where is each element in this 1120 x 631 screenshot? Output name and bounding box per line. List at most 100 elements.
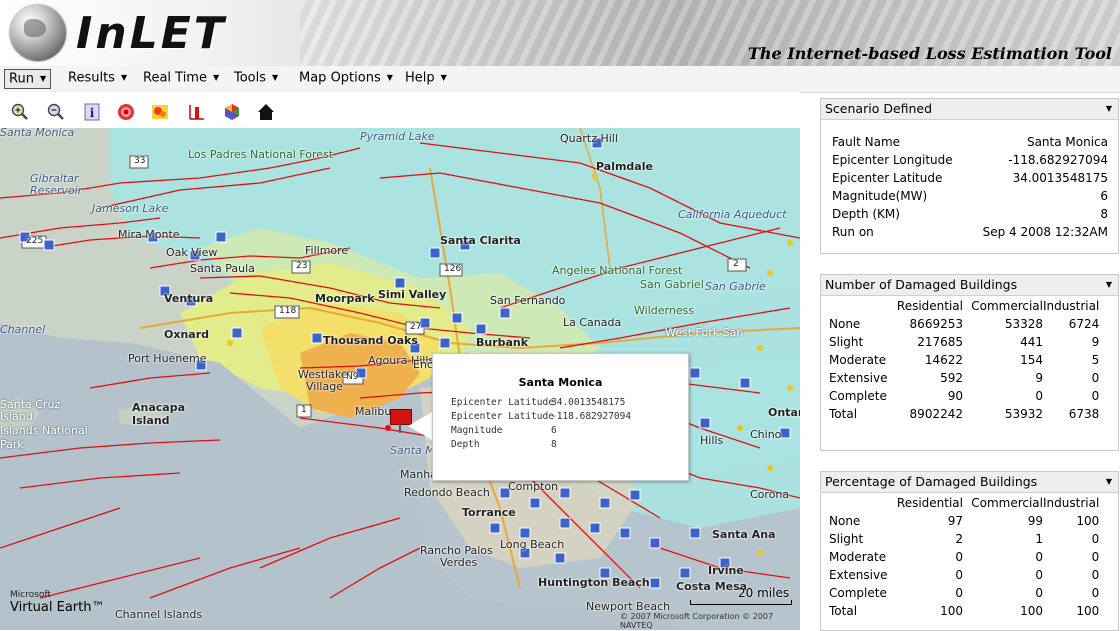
row-label: Slight bbox=[829, 335, 864, 349]
popup-title: Santa Monica bbox=[518, 376, 603, 389]
map-label-quartz-hill: Quartz Hill bbox=[560, 132, 618, 145]
info-icon[interactable]: i bbox=[82, 102, 102, 122]
map-label-simi-valley: Simi Valley bbox=[378, 288, 447, 301]
row-label: None bbox=[829, 317, 861, 331]
damaged-pct-panel-header[interactable]: Percentage of Damaged Buildings ▼ bbox=[821, 472, 1118, 493]
epicenter-popup: Santa Monica Epicenter Latitude 34.001354… bbox=[432, 353, 689, 481]
cell: 14622 bbox=[924, 353, 963, 367]
cell: 0 bbox=[955, 586, 963, 600]
chart-icon[interactable] bbox=[186, 102, 206, 122]
map-label-redondo: Redondo Beach bbox=[404, 486, 490, 499]
table-corner bbox=[829, 297, 893, 315]
map-label-pyramid-lake: Pyramid Lake bbox=[360, 130, 435, 143]
popup-row-value: -118.682927094 bbox=[551, 411, 632, 422]
cell: 0 bbox=[1091, 568, 1100, 582]
route-27: 27 bbox=[410, 322, 422, 332]
table-row: None 97 99 100 bbox=[829, 512, 1099, 530]
menu-help-label: Help bbox=[405, 70, 435, 86]
scenario-value: 6 bbox=[1100, 189, 1108, 203]
scenario-label: Epicenter Latitude bbox=[832, 171, 943, 185]
collapse-caret-icon[interactable]: ▼ bbox=[1106, 275, 1112, 295]
cell: 0 bbox=[955, 568, 963, 582]
chevron-down-icon: ▼ bbox=[386, 73, 393, 82]
ms-brand: Microsoft bbox=[10, 590, 51, 600]
damaged-count-panel-title: Number of Damaged Buildings bbox=[825, 277, 1018, 292]
row-label: Complete bbox=[829, 389, 887, 403]
epicenter-marker-stem bbox=[399, 423, 401, 433]
popup-row-label: Epicenter Latitude bbox=[451, 411, 554, 422]
row-label: None bbox=[829, 514, 861, 528]
cell: 53328 bbox=[1004, 317, 1043, 331]
route-n9: N9 bbox=[346, 372, 359, 382]
column-header: Commercial bbox=[971, 496, 1043, 510]
damaged-pct-panel: Percentage of Damaged Buildings ▼ Reside… bbox=[820, 471, 1119, 631]
table-row: None 8669253 53328 6724 bbox=[829, 315, 1099, 333]
collapse-caret-icon[interactable]: ▼ bbox=[1106, 472, 1112, 492]
popup-pointer bbox=[408, 412, 432, 440]
table-row: Complete 90 0 0 bbox=[829, 387, 1099, 405]
cell: 6738 bbox=[1068, 407, 1100, 421]
chevron-down-icon: ▼ bbox=[39, 74, 47, 83]
map-label-california-aqueduct: California Aqueduct bbox=[678, 208, 787, 221]
map-label-santa-paula: Santa Paula bbox=[190, 262, 255, 275]
damaged-pct-table: Residential Commercial Industrial None 97… bbox=[829, 494, 1099, 620]
map-label-anacapa-island: Island bbox=[132, 414, 170, 427]
map-label-san-fernando: San Fernando bbox=[490, 294, 566, 307]
cell: 100 bbox=[1076, 514, 1100, 528]
heatmap-icon[interactable] bbox=[150, 102, 170, 122]
app-header: InLET The Internet-based Loss Estimation… bbox=[0, 0, 1120, 66]
target-icon[interactable] bbox=[116, 102, 136, 122]
cell: 0 bbox=[1035, 550, 1043, 564]
svg-text:i: i bbox=[90, 106, 95, 120]
popup-row-label: Magnitude bbox=[451, 425, 503, 436]
popup-row-label: Depth bbox=[451, 439, 480, 450]
menu-help[interactable]: Help ▼ bbox=[401, 69, 451, 87]
zoom-in-icon[interactable] bbox=[10, 102, 30, 122]
cell: 100 bbox=[1020, 604, 1043, 618]
popup-row-value: 6 bbox=[551, 425, 557, 436]
popup-row: Magnitude 6 bbox=[451, 425, 557, 436]
route-1: 1 bbox=[301, 405, 307, 415]
map-label-costa-mesa: Costa Mesa bbox=[676, 580, 748, 593]
house-icon[interactable] bbox=[256, 102, 276, 122]
popup-row: Depth 8 bbox=[451, 439, 557, 450]
map-label-hills: Hills bbox=[700, 434, 724, 447]
map-label-la-canada: La Canada bbox=[563, 316, 622, 329]
cell: 100 bbox=[940, 604, 963, 618]
cell: 8902242 bbox=[909, 407, 963, 421]
scenario-panel-header[interactable]: Scenario Defined ▼ bbox=[821, 99, 1118, 120]
menu-map-options[interactable]: Map Options ▼ bbox=[295, 69, 397, 87]
menu-tools[interactable]: Tools ▼ bbox=[230, 69, 282, 87]
map-label-compton: Compton bbox=[508, 480, 559, 493]
map-label-santa-clarita: Santa Clarita bbox=[440, 234, 521, 247]
ms-product: Virtual Earth™ bbox=[10, 600, 105, 615]
menu-run[interactable]: Run ▼ bbox=[4, 69, 52, 89]
row-label: Extensive bbox=[829, 568, 888, 582]
cell: 0 bbox=[1035, 389, 1043, 403]
route-23: 23 bbox=[296, 261, 308, 271]
cell: 592 bbox=[940, 371, 963, 385]
color-wheel-icon[interactable] bbox=[222, 102, 242, 122]
cell: 90 bbox=[947, 389, 963, 403]
globe-logo-icon bbox=[10, 5, 66, 61]
map-view[interactable]: Santa Monica Pyramid Lake Quartz Hill Pa… bbox=[0, 128, 800, 630]
menu-results[interactable]: Results ▼ bbox=[64, 69, 131, 87]
cell: 0 bbox=[955, 550, 963, 564]
map-toolbar: i bbox=[0, 92, 800, 128]
row-label: Total bbox=[829, 604, 858, 618]
scenario-label: Depth (KM) bbox=[832, 207, 900, 221]
map-label-torrance: Torrance bbox=[462, 506, 516, 519]
route-225: 225 bbox=[26, 236, 44, 246]
damaged-count-panel-header[interactable]: Number of Damaged Buildings ▼ bbox=[821, 275, 1118, 296]
map-label-santa-monica-mountains: Santa Monica bbox=[0, 128, 75, 139]
menu-results-label: Results bbox=[68, 70, 115, 86]
menu-real-time[interactable]: Real Time ▼ bbox=[139, 69, 223, 87]
table-header-row: Residential Commercial Industrial bbox=[829, 494, 1099, 512]
cell: 2 bbox=[955, 532, 963, 546]
table-corner bbox=[829, 494, 893, 512]
zoom-out-icon[interactable] bbox=[46, 102, 66, 122]
map-label-malibu: Malibu bbox=[355, 405, 392, 418]
map-label-corona: Corona bbox=[750, 488, 790, 501]
collapse-caret-icon[interactable]: ▼ bbox=[1106, 99, 1112, 119]
table-row: Slight 217685 441 9 bbox=[829, 333, 1099, 351]
